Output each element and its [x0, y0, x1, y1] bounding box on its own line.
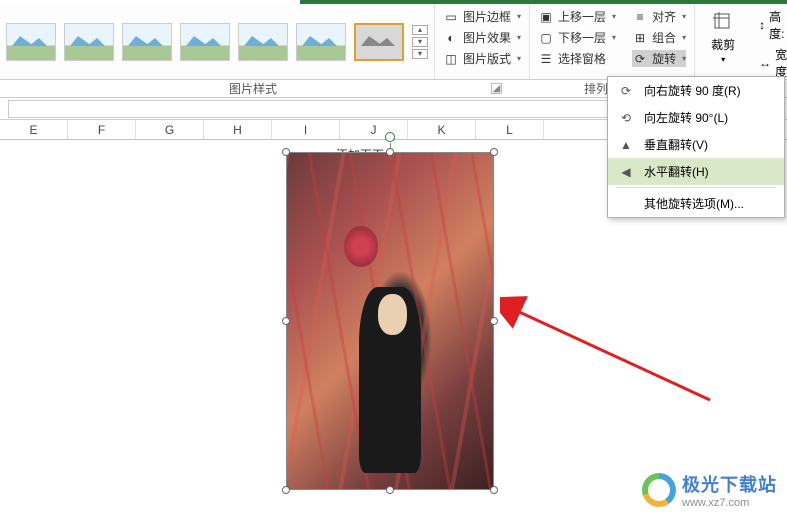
height-label: 高度: — [769, 8, 787, 42]
size-group: ↕ 高度: ↔ 宽度: — [751, 4, 787, 79]
selection-pane-icon: ☰ — [538, 51, 554, 67]
rotate-right-icon: ⟳ — [618, 83, 634, 99]
align-button[interactable]: ≡对齐▾ — [632, 8, 686, 25]
resize-handle[interactable] — [282, 317, 290, 325]
col-header[interactable]: F — [68, 120, 136, 139]
picture-styles-gallery: ▴▾▾ — [0, 4, 434, 79]
col-header[interactable]: J — [340, 120, 408, 139]
arrange-group-left: ▣上移一层▾ ▢下移一层▾ ☰选择窗格 — [529, 4, 624, 79]
send-backward-button[interactable]: ▢下移一层▾ — [538, 29, 616, 46]
rotate-button[interactable]: ⟳旋转▾ — [632, 50, 686, 67]
col-header[interactable]: G — [136, 120, 204, 139]
height-icon: ↕ — [759, 18, 765, 32]
width-row: ↔ 宽度: — [759, 46, 787, 80]
selection-border — [286, 152, 494, 490]
border-icon: ▭ — [443, 9, 459, 25]
resize-handle[interactable] — [282, 148, 290, 156]
flip-horizontal-icon: ◀ — [618, 164, 634, 180]
picture-format-group: ▭图片边框▾ ◐图片效果▾ ◫图片版式▾ — [434, 4, 529, 79]
chevron-down-icon: ▾ — [517, 12, 521, 21]
chevron-down-icon: ▾ — [517, 33, 521, 42]
picture-style-thumb[interactable] — [238, 23, 288, 61]
arrange-group-right: ≡对齐▾ ⊞组合▾ ⟳旋转▾ — [624, 4, 694, 79]
menu-rotate-left[interactable]: ⟲向左旋转 90°(L) — [608, 104, 784, 131]
rotation-handle[interactable] — [385, 132, 395, 142]
col-header[interactable]: I — [272, 120, 340, 139]
picture-style-thumb[interactable] — [64, 23, 114, 61]
watermark-title: 极光下载站 — [682, 471, 777, 497]
chevron-down-icon: ▾ — [517, 54, 521, 63]
chevron-down-icon: ▾ — [682, 54, 686, 63]
crop-button[interactable]: 裁剪 ▾ — [703, 8, 743, 66]
menu-separator — [616, 187, 776, 188]
menu-rotate-right[interactable]: ⟳向右旋转 90 度(R) — [608, 77, 784, 104]
group-label-styles: 图片样式◢ — [0, 80, 506, 97]
menu-more-rotation[interactable]: 其他旋转选项(M)... — [608, 190, 784, 217]
picture-border-button[interactable]: ▭图片边框▾ — [443, 8, 521, 25]
picture-style-thumb-selected[interactable] — [354, 23, 404, 61]
menu-flip-vertical[interactable]: ▲垂直翻转(V) — [608, 131, 784, 158]
rotate-icon: ⟳ — [632, 51, 648, 67]
crop-icon — [709, 10, 737, 34]
width-icon: ↔ — [759, 56, 771, 70]
picture-style-thumb[interactable] — [122, 23, 172, 61]
selected-image[interactable] — [286, 152, 494, 490]
rotate-left-icon: ⟲ — [618, 110, 634, 126]
resize-handle[interactable] — [386, 486, 394, 494]
selection-pane-button[interactable]: ☰选择窗格 — [538, 50, 616, 67]
title-bar-accent — [0, 0, 787, 4]
chevron-down-icon: ▾ — [682, 33, 686, 42]
col-header[interactable]: E — [0, 120, 68, 139]
menu-flip-horizontal[interactable]: ◀水平翻转(H) — [608, 158, 784, 185]
picture-style-thumb[interactable] — [6, 23, 56, 61]
chevron-down-icon: ▾ — [612, 12, 616, 21]
resize-handle[interactable] — [282, 486, 290, 494]
resize-handle[interactable] — [386, 148, 394, 156]
resize-handle[interactable] — [490, 148, 498, 156]
send-backward-icon: ▢ — [538, 30, 554, 46]
watermark-url: www.xz7.com — [682, 497, 777, 509]
chevron-down-icon: ▾ — [612, 33, 616, 42]
col-header[interactable]: K — [408, 120, 476, 139]
bring-forward-icon: ▣ — [538, 9, 554, 25]
rotate-dropdown-menu: ⟳向右旋转 90 度(R) ⟲向左旋转 90°(L) ▲垂直翻转(V) ◀水平翻… — [607, 76, 785, 218]
crop-group: 裁剪 ▾ — [694, 4, 751, 79]
effects-icon: ◐ — [443, 30, 459, 46]
bring-forward-button[interactable]: ▣上移一层▾ — [538, 8, 616, 25]
resize-handle[interactable] — [490, 317, 498, 325]
watermark-logo-icon — [642, 473, 676, 507]
group-icon: ⊞ — [632, 30, 648, 46]
group-button[interactable]: ⊞组合▾ — [632, 29, 686, 46]
picture-style-thumb[interactable] — [180, 23, 230, 61]
chevron-down-icon: ▾ — [721, 55, 725, 64]
chevron-down-icon: ▾ — [682, 12, 686, 21]
watermark: 极光下载站 www.xz7.com — [642, 471, 777, 509]
ribbon: ▴▾▾ ▭图片边框▾ ◐图片效果▾ ◫图片版式▾ ▣上移一层▾ ▢下移一层▾ ☰… — [0, 4, 787, 80]
picture-style-thumb[interactable] — [296, 23, 346, 61]
resize-handle[interactable] — [490, 486, 498, 494]
picture-layout-button[interactable]: ◫图片版式▾ — [443, 50, 521, 67]
picture-effects-button[interactable]: ◐图片效果▾ — [443, 29, 521, 46]
layout-icon: ◫ — [443, 51, 459, 67]
dialog-launcher-icon[interactable]: ◢ — [491, 83, 502, 94]
width-label: 宽度: — [775, 46, 787, 80]
align-icon: ≡ — [632, 9, 648, 25]
col-header[interactable]: L — [476, 120, 544, 139]
height-row: ↕ 高度: — [759, 8, 787, 42]
col-header[interactable]: H — [204, 120, 272, 139]
gallery-expand[interactable]: ▴▾▾ — [412, 25, 428, 59]
flip-vertical-icon: ▲ — [618, 137, 634, 153]
